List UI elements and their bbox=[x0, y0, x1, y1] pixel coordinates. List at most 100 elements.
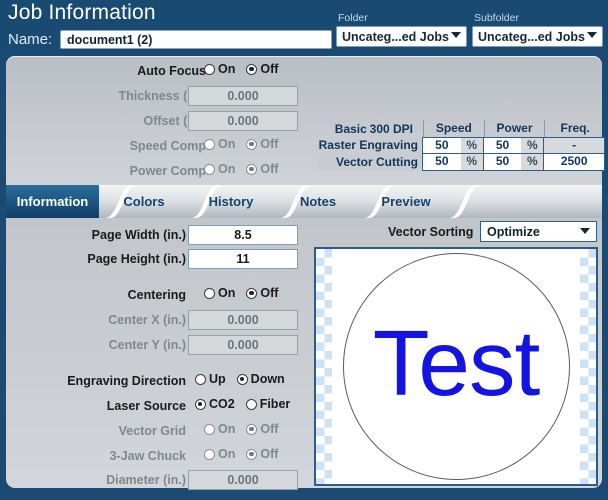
chuck-label: 3-Jaw Chuck bbox=[109, 449, 186, 463]
raster-power-cell[interactable]: 50 % bbox=[482, 137, 545, 154]
vector-power-value: 50 bbox=[483, 154, 522, 170]
tab-notes[interactable]: Notes bbox=[281, 185, 355, 218]
radio-selected-icon bbox=[246, 448, 258, 460]
folder-dropdown[interactable]: Uncateg...ed Jobs bbox=[336, 26, 467, 47]
center-y-input[interactable]: 0.000 bbox=[188, 335, 298, 355]
centering-off-label: Off bbox=[260, 286, 279, 300]
vector-speed-cell[interactable]: 50 % bbox=[422, 154, 484, 171]
column-header-speed: Speed bbox=[423, 120, 484, 137]
raster-speed-cell[interactable]: 50 % bbox=[422, 137, 484, 154]
radio-icon bbox=[245, 398, 257, 410]
tab-preview-label: Preview bbox=[381, 194, 431, 209]
page-height-input[interactable]: 11 bbox=[188, 249, 298, 269]
tab-preview[interactable]: Preview bbox=[366, 185, 446, 218]
vector-freq-value: 2500 bbox=[544, 154, 605, 170]
vector-grid-on-radio[interactable]: On bbox=[204, 422, 235, 436]
engraving-down-label: Down bbox=[250, 372, 285, 386]
speed-comp-radio-group: On Off bbox=[204, 137, 289, 151]
artwork-preview[interactable]: Test bbox=[314, 247, 598, 486]
mode-label: Basic bbox=[334, 122, 367, 136]
auto-focus-label: Auto Focus bbox=[137, 64, 206, 78]
radio-selected-icon bbox=[246, 63, 258, 75]
chuck-on-label: On bbox=[218, 447, 236, 461]
vector-freq-cell[interactable]: 2500 bbox=[543, 154, 606, 171]
auto-focus-off-label: Off bbox=[260, 62, 279, 76]
chevron-down-icon bbox=[451, 32, 461, 38]
radio-selected-icon bbox=[236, 373, 248, 385]
engraving-up-radio[interactable]: Up bbox=[195, 372, 226, 386]
laser-co2-radio[interactable]: CO2 bbox=[195, 397, 235, 411]
tab-history[interactable]: History bbox=[194, 185, 268, 218]
page-width-label: Page Width (in.) bbox=[91, 228, 186, 242]
page-width-input[interactable]: 8.5 bbox=[188, 225, 298, 245]
engraving-down-radio[interactable]: Down bbox=[236, 372, 285, 386]
radio-selected-icon bbox=[246, 423, 258, 435]
radio-icon bbox=[195, 373, 206, 385]
centering-label: Centering bbox=[127, 288, 186, 302]
radio-icon bbox=[204, 423, 215, 435]
tab-history-label: History bbox=[208, 194, 254, 209]
centering-off-radio[interactable]: Off bbox=[246, 286, 278, 300]
radio-selected-icon bbox=[246, 287, 258, 299]
name-label: Name: bbox=[8, 31, 53, 48]
vector-speed-unit: % bbox=[460, 154, 483, 170]
offset-input[interactable]: 0.000 bbox=[188, 111, 298, 131]
tab-colors[interactable]: Colors bbox=[108, 185, 180, 218]
power-comp-on-radio[interactable]: On bbox=[204, 162, 235, 176]
dialog-header: Job Information Name: document1 (2) Fold… bbox=[0, 0, 608, 52]
engraving-direction-radio-group: Up Down bbox=[195, 372, 296, 386]
vector-sorting-dropdown[interactable]: Optimize bbox=[480, 221, 597, 242]
page-title: Job Information bbox=[8, 1, 156, 24]
settings-header-row: Basic 300 DPI Speed Power Freq. bbox=[317, 120, 605, 137]
speed-comp-off-label: Off bbox=[260, 137, 279, 151]
vector-power-unit: % bbox=[521, 154, 544, 170]
tab-colors-label: Colors bbox=[123, 194, 165, 209]
vector-power-cell[interactable]: 50 % bbox=[482, 154, 545, 171]
radio-selected-icon bbox=[246, 138, 258, 150]
thickness-input[interactable]: 0.000 bbox=[188, 86, 298, 106]
center-x-label: Center X (in.) bbox=[108, 313, 186, 327]
chuck-off-radio[interactable]: Off bbox=[246, 447, 278, 461]
page-height-label: Page Height (in.) bbox=[87, 252, 186, 266]
subfolder-value: Uncateg...ed Jobs bbox=[478, 30, 585, 44]
auto-focus-off-radio[interactable]: Off bbox=[246, 62, 278, 76]
vector-sorting-label: Vector Sorting bbox=[388, 225, 474, 239]
power-comp-off-radio[interactable]: Off bbox=[246, 162, 278, 176]
laser-settings-table: Basic 300 DPI Speed Power Freq. Raster E… bbox=[317, 120, 606, 171]
chevron-down-icon bbox=[580, 228, 590, 234]
raster-freq-cell: - bbox=[543, 137, 606, 154]
vector-grid-off-label: Off bbox=[260, 422, 279, 436]
center-x-input[interactable]: 0.000 bbox=[188, 310, 298, 330]
auto-focus-on-label: On bbox=[218, 62, 236, 76]
centering-radio-group: On Off bbox=[204, 286, 289, 300]
centering-on-radio[interactable]: On bbox=[204, 286, 235, 300]
speed-comp-off-radio[interactable]: Off bbox=[246, 137, 278, 151]
laser-co2-label: CO2 bbox=[209, 397, 235, 411]
focus-settings-panel: Auto Focus On Off Thickness (in.) 0.000 … bbox=[6, 56, 606, 211]
chuck-on-radio[interactable]: On bbox=[204, 447, 235, 461]
tab-information[interactable]: Information bbox=[6, 185, 99, 218]
offset-label: Offset (in.) bbox=[143, 114, 207, 128]
speed-comp-on-label: On bbox=[218, 137, 236, 151]
vector-grid-off-radio[interactable]: Off bbox=[246, 422, 278, 436]
centering-on-label: On bbox=[218, 286, 236, 300]
subfolder-dropdown[interactable]: Uncateg...ed Jobs bbox=[472, 26, 603, 47]
table-row: Vector Cutting 50 % 50 % 2500 bbox=[317, 154, 606, 171]
job-name-input[interactable]: document1 (2) bbox=[60, 30, 332, 49]
radio-icon bbox=[204, 163, 215, 175]
diameter-input[interactable]: 0.000 bbox=[188, 470, 298, 490]
raster-power-value: 50 bbox=[483, 138, 522, 153]
folder-value: Uncateg...ed Jobs bbox=[342, 30, 449, 44]
auto-focus-on-radio[interactable]: On bbox=[204, 62, 235, 76]
vector-grid-on-label: On bbox=[218, 422, 236, 436]
thickness-label: Thickness (in.) bbox=[118, 89, 206, 103]
laser-source-radio-group: CO2 Fiber bbox=[195, 397, 301, 411]
radio-icon bbox=[204, 448, 215, 460]
column-header-power: Power bbox=[483, 120, 545, 137]
engraving-direction-label: Engraving Direction bbox=[67, 374, 186, 388]
raster-speed-value: 50 bbox=[423, 138, 461, 153]
speed-comp-on-radio[interactable]: On bbox=[204, 137, 235, 151]
power-comp-radio-group: On Off bbox=[204, 162, 289, 176]
power-comp-on-label: On bbox=[218, 162, 236, 176]
laser-fiber-radio[interactable]: Fiber bbox=[245, 397, 290, 411]
